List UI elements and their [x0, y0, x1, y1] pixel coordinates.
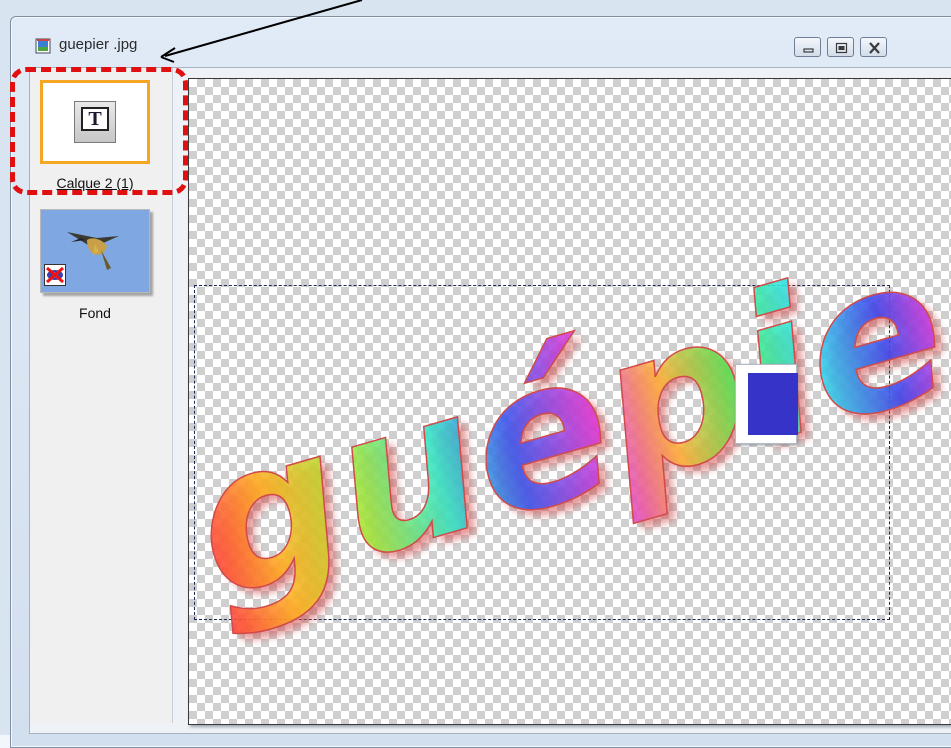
desktop-background: guepier .jpg T Calque 2 (1) Fond guépier…: [0, 0, 951, 748]
annotation-arrow: [160, 0, 363, 63]
